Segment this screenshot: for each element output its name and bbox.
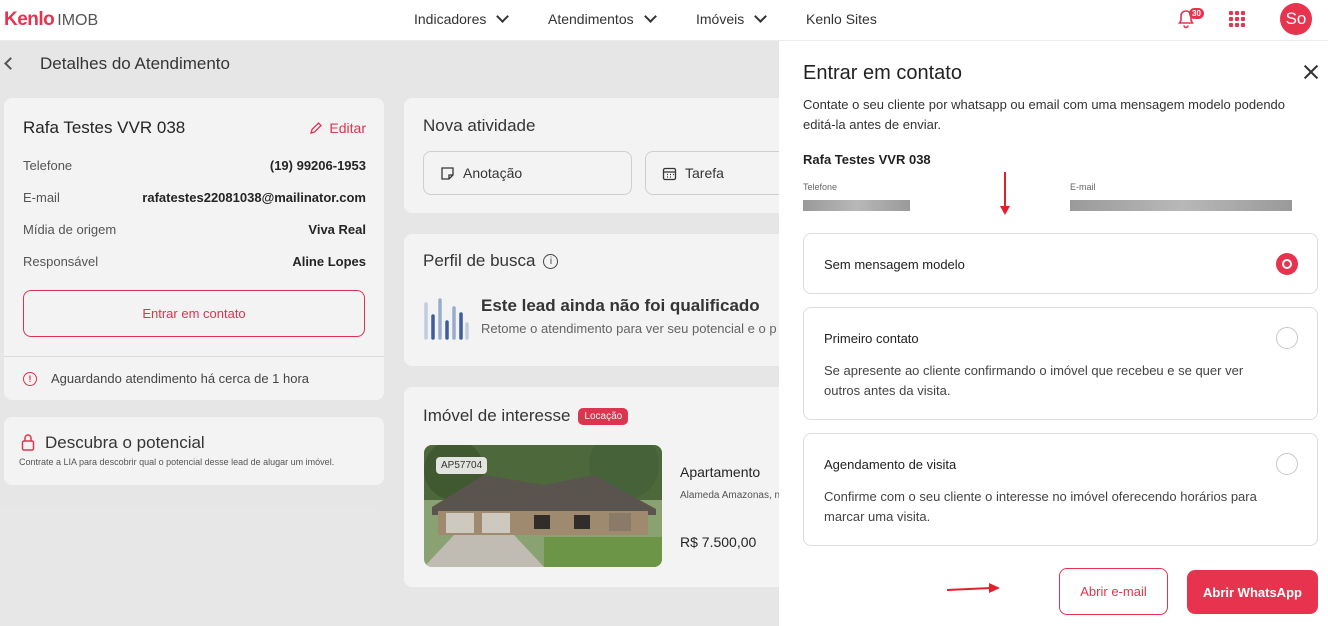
edit-button[interactable]: Editar xyxy=(309,120,366,136)
page-title: Detalhes do Atendimento xyxy=(40,54,230,73)
close-icon[interactable] xyxy=(1304,65,1318,79)
task-button[interactable]: Tarefa xyxy=(645,151,779,195)
chevron-down-icon xyxy=(754,10,768,23)
bars-chart-icon xyxy=(424,298,469,340)
status-text: Aguardando atendimento há cerca de 1 hor… xyxy=(51,371,310,386)
property-title: Imóvel de interesse xyxy=(423,406,571,425)
field-label: Telefone xyxy=(23,158,73,173)
nav-imoveis[interactable]: Imóveis xyxy=(696,10,768,27)
task-label: Tarefa xyxy=(685,165,724,181)
search-profile-header: Perfil de busca i xyxy=(423,251,559,271)
open-whatsapp-button[interactable]: Abrir WhatsApp xyxy=(1187,570,1318,614)
property-price: R$ 7.500,00 xyxy=(680,534,757,550)
annotation-arrow-down xyxy=(1000,172,1010,215)
potential-desc: Contrate a LIA para descobrir qual o pot… xyxy=(19,457,335,467)
property-photo[interactable]: AP57704 xyxy=(424,445,662,567)
not-qualified-title: Este lead ainda não foi qualificado xyxy=(481,296,760,315)
phone-value-redacted xyxy=(803,200,910,211)
property-header: Imóvel de interesse Locação xyxy=(423,406,629,426)
drawer-title: Entrar em contato xyxy=(803,62,962,84)
nav-label: Imóveis xyxy=(696,11,745,27)
option-title: Agendamento de visita xyxy=(824,457,957,472)
new-activity-title: Nova atividade xyxy=(423,116,536,135)
nav-label: Indicadores xyxy=(414,11,487,27)
email-label: E-mail xyxy=(1070,182,1096,192)
nav-indicadores[interactable]: Indicadores xyxy=(414,10,510,27)
nav-label: Atendimentos xyxy=(548,11,634,27)
field-value: (19) 99206-1953 xyxy=(269,158,366,173)
status-line: ! Aguardando atendimento há cerca de 1 h… xyxy=(23,371,309,386)
lead-name: Rafa Testes VVR 038 xyxy=(23,118,186,137)
chevron-down-icon xyxy=(496,10,510,23)
nav-kenlo-sites[interactable]: Kenlo Sites xyxy=(806,11,877,27)
apps-grid-icon[interactable] xyxy=(1229,11,1245,27)
field-row: Responsável Aline Lopes xyxy=(23,254,366,269)
option-desc: Confirme com o seu cliente o interesse n… xyxy=(824,489,1257,524)
note-button[interactable]: Anotação xyxy=(423,151,632,195)
not-qualified-desc: Retome o atendimento para ver seu potenc… xyxy=(481,321,777,336)
radio-selected[interactable] xyxy=(1276,253,1298,275)
note-icon xyxy=(441,166,454,180)
chevron-down-icon xyxy=(643,10,657,23)
field-label: Mídia de origem xyxy=(23,222,117,237)
field-value: Viva Real xyxy=(308,222,366,237)
phone-label: Telefone xyxy=(803,182,838,192)
avatar[interactable]: So xyxy=(1280,3,1312,35)
search-profile-title: Perfil de busca xyxy=(423,251,536,270)
property-code: AP57704 xyxy=(436,457,488,474)
lead-card: Rafa Testes VVR 038 Editar Telefone (19) … xyxy=(4,98,384,400)
field-row: E-mail rafatestes22081038@mailinator.com xyxy=(23,190,366,205)
lock-icon xyxy=(21,434,35,451)
property-type: Apartamento xyxy=(680,464,761,480)
kenlo-logo[interactable]: Kenlo IMOB xyxy=(4,9,98,31)
radio-unselected[interactable] xyxy=(1276,453,1298,475)
client-name: Rafa Testes VVR 038 xyxy=(803,152,931,167)
brand-name: Kenlo xyxy=(4,9,55,30)
potential-card[interactable]: Descubra o potencial Contrate a LIA para… xyxy=(4,417,384,485)
search-profile-card: Perfil de busca i Este lead ainda não fo… xyxy=(404,234,779,366)
option-visit-scheduling[interactable]: Agendamento de visita Confirme com o seu… xyxy=(803,433,1318,546)
back-arrow-icon[interactable] xyxy=(4,57,17,70)
email-value-redacted xyxy=(1070,200,1292,211)
note-label: Anotação xyxy=(463,165,523,181)
option-title: Primeiro contato xyxy=(824,331,919,346)
location-tag: Locação xyxy=(578,408,629,426)
open-email-button[interactable]: Abrir e-mail xyxy=(1059,568,1168,615)
option-first-contact[interactable]: Primeiro contato Se apresente ao cliente… xyxy=(803,307,1318,420)
info-icon[interactable]: i xyxy=(543,253,559,269)
field-label: Responsável xyxy=(23,254,99,269)
option-title: Sem mensagem modelo xyxy=(824,257,965,272)
notification-badge: 30 xyxy=(1189,8,1204,19)
field-row: Telefone (19) 99206-1953 xyxy=(23,158,366,173)
alert-icon: ! xyxy=(23,371,37,386)
attendance-details-page: Detalhes do Atendimento Rafa Testes VVR … xyxy=(0,41,779,626)
pencil-icon xyxy=(310,122,323,134)
option-desc: Se apresente ao cliente confirmando o im… xyxy=(824,363,1244,398)
field-row: Mídia de origem Viva Real xyxy=(23,222,366,237)
contact-drawer: Entrar em contato Contate o seu cliente … xyxy=(779,41,1328,626)
radio-unselected[interactable] xyxy=(1276,327,1298,349)
nav-label: Kenlo Sites xyxy=(806,11,877,27)
field-value: Aline Lopes xyxy=(292,254,366,269)
drawer-description: Contate o seu cliente por whatsapp ou em… xyxy=(803,97,1286,132)
divider xyxy=(4,356,384,357)
brand-sub: IMOB xyxy=(57,12,99,29)
annotation-arrow-right xyxy=(947,583,1000,593)
field-value: rafatestes22081038@mailinator.com xyxy=(142,190,366,205)
contact-button[interactable]: Entrar em contato xyxy=(23,290,365,337)
top-bar: Kenlo IMOB Indicadores Atendimentos Imóve… xyxy=(0,0,1328,41)
calendar-icon xyxy=(662,167,677,180)
edit-label: Editar xyxy=(329,120,366,136)
property-address: Alameda Amazonas, n xyxy=(680,490,779,501)
potential-title: Descubra o potencial xyxy=(45,433,205,452)
nav-atendimentos[interactable]: Atendimentos xyxy=(548,10,657,27)
field-label: E-mail xyxy=(23,190,60,205)
property-card: Imóvel de interesse Locação AP57704 Apart… xyxy=(404,387,779,587)
option-no-template[interactable]: Sem mensagem modelo xyxy=(803,233,1318,294)
